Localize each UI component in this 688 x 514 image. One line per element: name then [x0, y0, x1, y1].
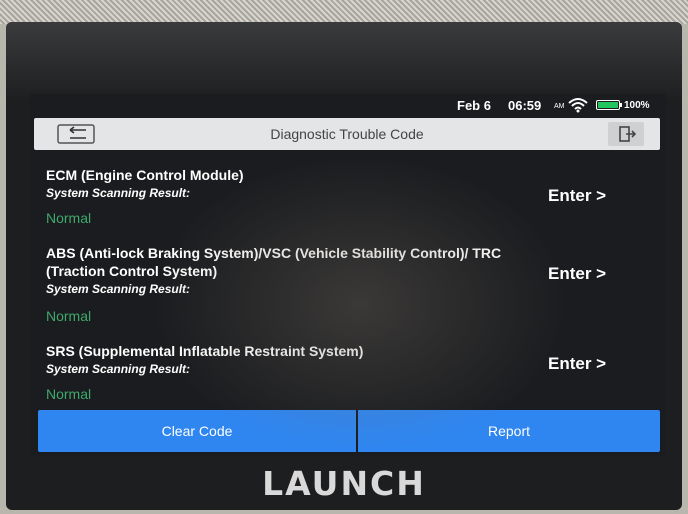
battery-level-fill — [598, 102, 618, 108]
exit-button[interactable] — [608, 122, 644, 146]
system-list: ECM (Engine Control Module) System Scann… — [30, 154, 666, 408]
device-screen: Feb 6 06:59 AM 100% Diagnostic Trouble C… — [30, 94, 666, 456]
page-title: Diagnostic Trouble Code — [270, 126, 424, 142]
scan-result-label: System Scanning Result: — [46, 362, 191, 376]
system-name: ABS (Anti-lock Braking System)/VSC (Vehi… — [46, 245, 502, 279]
enter-button-abs[interactable]: Enter > — [548, 264, 606, 284]
device-top-edge — [0, 0, 688, 24]
clear-code-button[interactable]: Clear Code — [38, 410, 356, 452]
battery-tip — [620, 103, 622, 107]
bezel-shade — [6, 22, 682, 102]
status-time: 06:59 — [508, 98, 542, 113]
action-bar: Clear Code Report — [38, 410, 660, 452]
battery-percent: 100% — [624, 100, 650, 111]
system-name: ECM (Engine Control Module) — [46, 167, 244, 183]
system-row-ecm[interactable]: ECM (Engine Control Module) System Scann… — [30, 166, 666, 226]
battery-icon — [596, 100, 620, 110]
network-indicator: AM — [554, 103, 565, 110]
scan-result-status: Normal — [46, 210, 92, 226]
device-brand-logo: LAUNCH — [262, 464, 426, 503]
enter-button-ecm[interactable]: Enter > — [548, 186, 606, 206]
scan-result-status: Normal — [46, 386, 92, 402]
status-date: Feb 6 — [457, 98, 491, 113]
system-row-abs[interactable]: ABS (Anti-lock Braking System)/VSC (Vehi… — [30, 244, 666, 324]
scan-result-label: System Scanning Result: — [46, 186, 191, 200]
header-bar: Diagnostic Trouble Code — [34, 118, 660, 150]
scan-result-status: Normal — [46, 308, 92, 324]
scan-result-label: System Scanning Result: — [46, 282, 191, 296]
status-bar: Feb 6 06:59 AM 100% — [30, 94, 666, 116]
exit-icon — [619, 126, 637, 142]
system-row-srs[interactable]: SRS (Supplemental Inflatable Restraint S… — [30, 342, 666, 404]
report-button[interactable]: Report — [358, 410, 660, 452]
system-name: SRS (Supplemental Inflatable Restraint S… — [46, 343, 364, 359]
enter-button-srs[interactable]: Enter > — [548, 354, 606, 374]
wifi-icon — [568, 97, 588, 116]
